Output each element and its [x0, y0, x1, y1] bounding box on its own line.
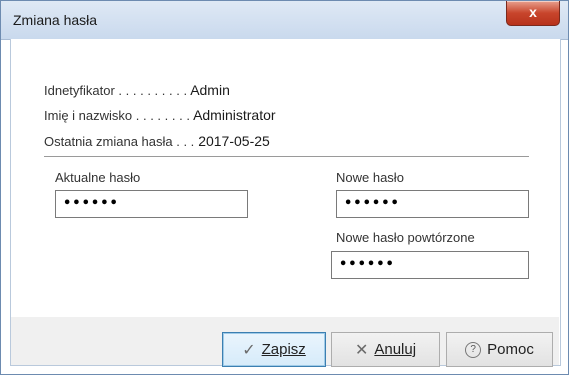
- check-icon: ✓: [242, 341, 256, 359]
- current-password-label: Aktualne hasło: [55, 170, 141, 185]
- full-name-row: Imię i nazwisko . . . . . . . . Administ…: [44, 107, 276, 123]
- close-button[interactable]: x: [506, 1, 560, 26]
- new-password-label: Nowe hasło: [336, 170, 404, 185]
- x-icon: ✕: [354, 341, 369, 359]
- identifier-row: Idnetyfikator . . . . . . . . . . Admin: [44, 82, 230, 98]
- repeat-password-field[interactable]: ••••••: [331, 251, 529, 279]
- identifier-value: Admin: [190, 82, 230, 98]
- cancel-button[interactable]: ✕ Anuluj: [331, 332, 440, 367]
- identifier-label: Idnetyfikator . . . . . . . . . .: [44, 83, 188, 98]
- cancel-label: Anuluj: [374, 341, 417, 358]
- help-button[interactable]: ? Pomoc: [446, 332, 553, 367]
- window-title: Zmiana hasła: [13, 12, 98, 28]
- save-button[interactable]: ✓ Zapisz: [222, 332, 326, 367]
- last-change-row: Ostatnia zmiana hasła . . . 2017-05-25: [44, 133, 270, 149]
- current-password-field[interactable]: ••••••: [55, 190, 248, 218]
- save-label: Zapisz: [261, 341, 306, 358]
- full-name-label: Imię i nazwisko . . . . . . . .: [44, 108, 190, 123]
- help-label: Pomoc: [487, 341, 534, 358]
- last-change-value: 2017-05-25: [198, 133, 270, 149]
- new-password-field[interactable]: ••••••: [336, 190, 529, 218]
- question-icon: ?: [465, 341, 482, 358]
- separator: [44, 156, 529, 157]
- full-name-value: Administrator: [193, 107, 276, 123]
- last-change-label: Ostatnia zmiana hasła . . .: [44, 134, 195, 149]
- password-change-dialog: Zmiana hasła x Idnetyfikator . . . . . .…: [0, 0, 569, 375]
- title-bar[interactable]: Zmiana hasła x: [1, 1, 568, 40]
- close-icon: x: [529, 4, 537, 20]
- repeat-password-label: Nowe hasło powtórzone: [336, 230, 475, 245]
